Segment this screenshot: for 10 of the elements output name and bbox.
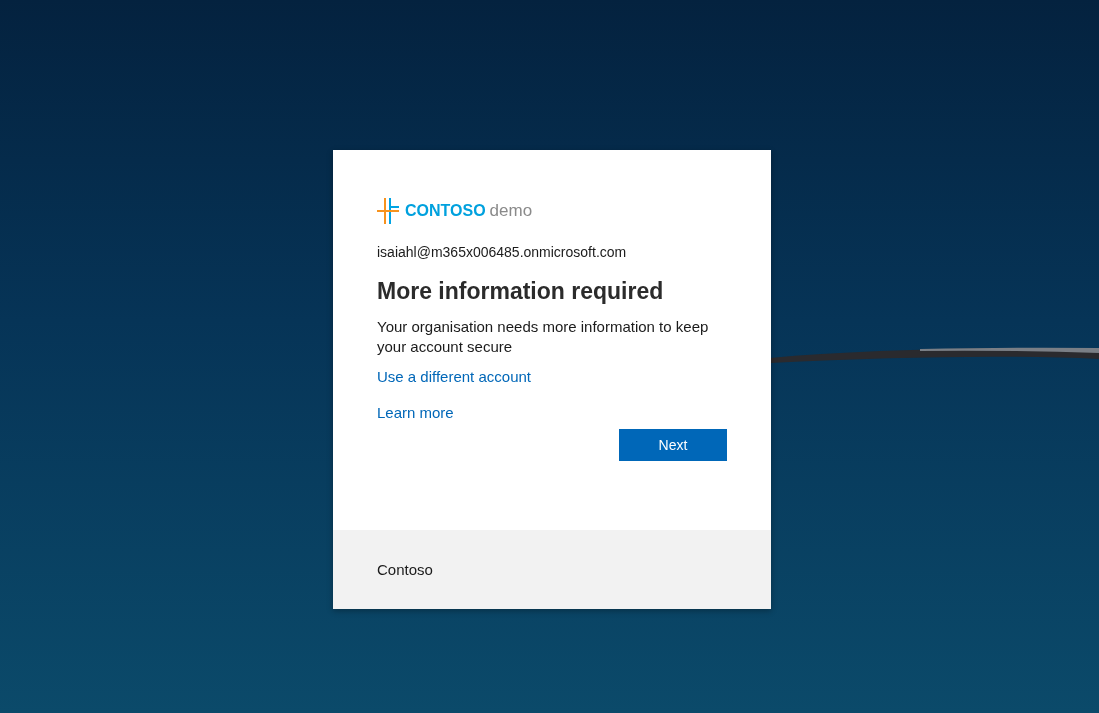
logo-brand-text: CONTOSO (405, 202, 486, 220)
text-link[interactable]: Learn more (377, 403, 454, 423)
account-email: isaiahl@m365x006485.onmicrosoft.com (377, 244, 628, 260)
info-message: Your organisation needs more information to keep your account secure (377, 317, 710, 357)
page-heading: More information required (377, 278, 665, 305)
logo-suffix-text: demo (489, 201, 533, 221)
footer-text: Contoso (377, 561, 433, 578)
next-button[interactable]: Next (619, 429, 727, 461)
logo-icon (377, 198, 399, 224)
text-link[interactable]: Use a different account (377, 367, 531, 387)
